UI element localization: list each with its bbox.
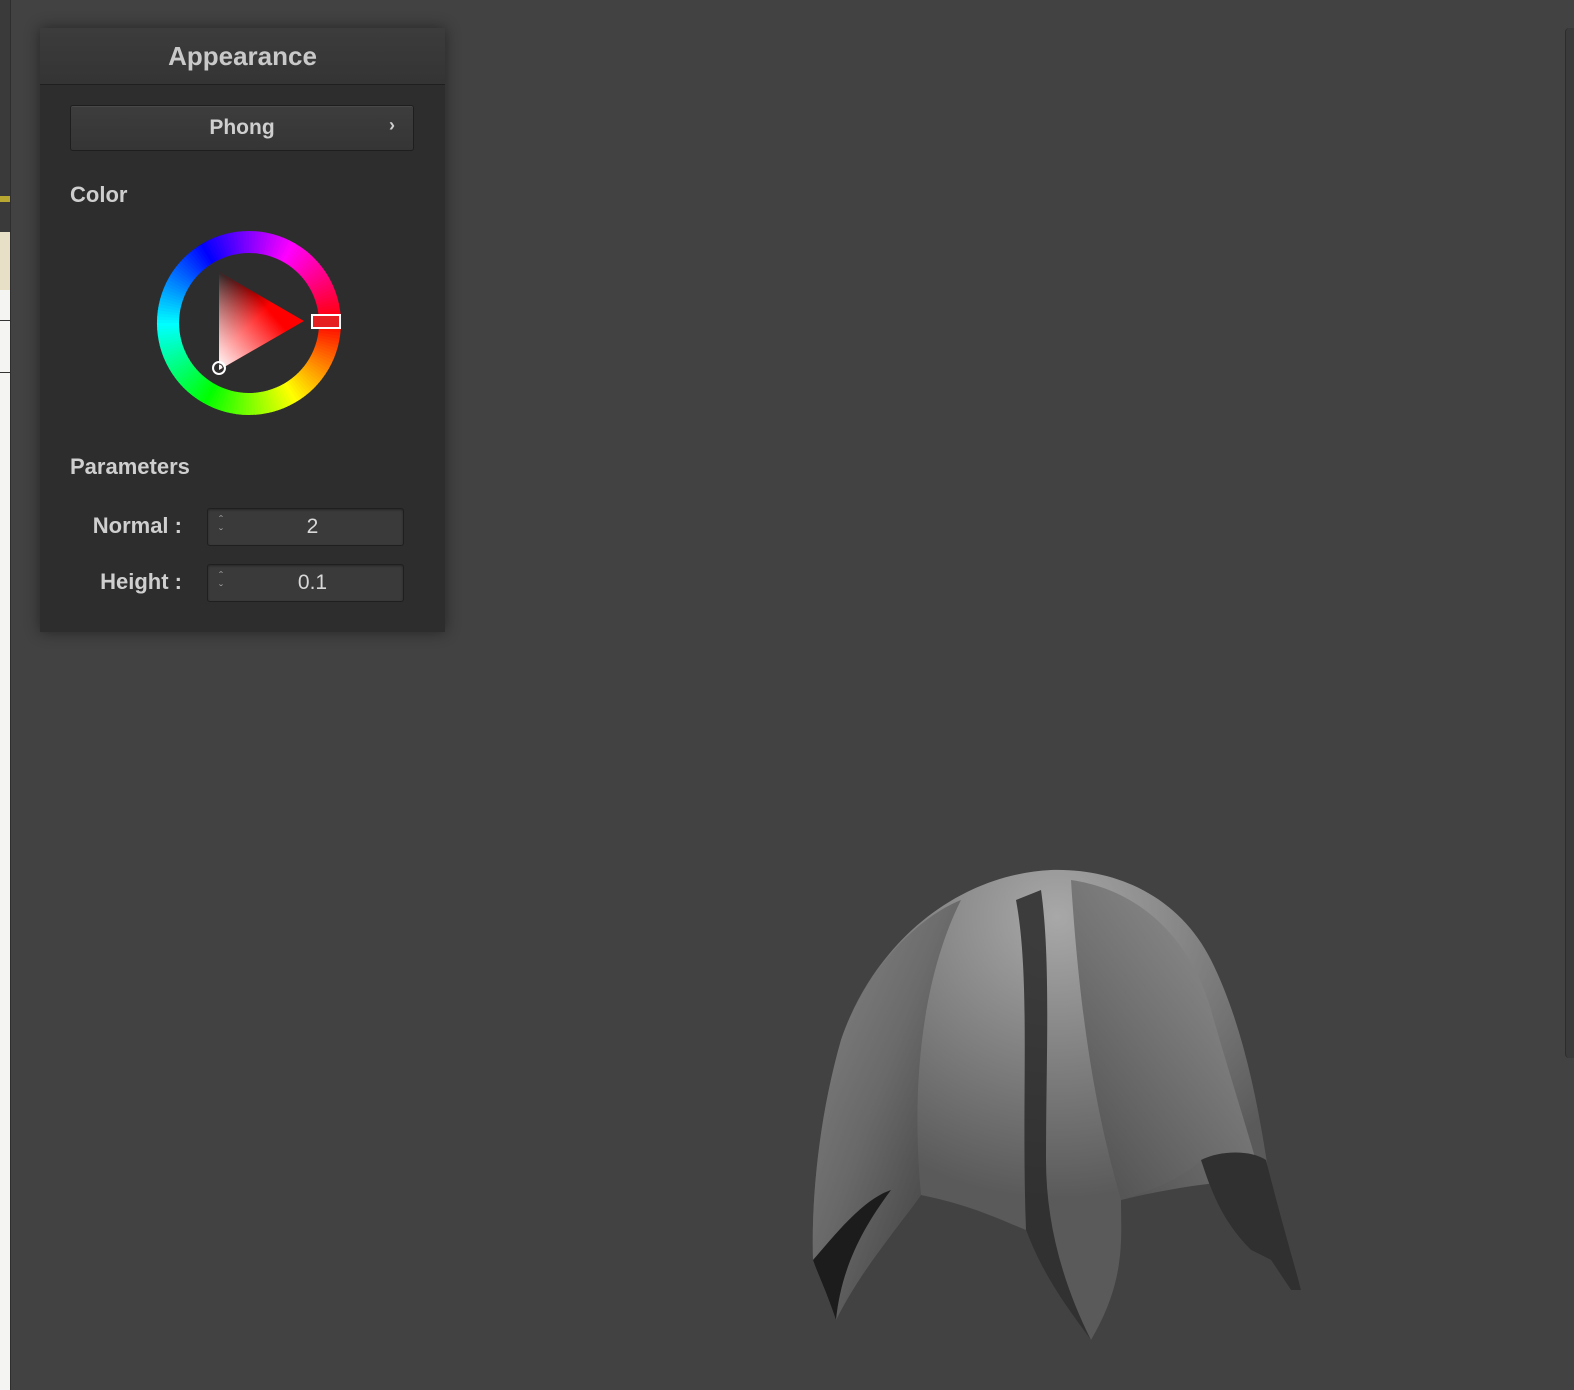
saturation-value-triangle[interactable]	[219, 272, 304, 370]
normal-value[interactable]: 2	[232, 509, 393, 545]
appearance-panel: Appearance Phong › Color Parameters Norm…	[40, 28, 445, 632]
document-rule	[0, 372, 10, 373]
color-wheel-picker[interactable]	[154, 228, 344, 418]
spin-down-icon[interactable]: ˇ	[219, 527, 223, 540]
hue-selector-handle[interactable]	[311, 314, 341, 329]
shader-button-label: Phong	[209, 116, 275, 139]
shader-select-button[interactable]: Phong ›	[70, 105, 414, 151]
color-section-label: Color	[70, 182, 128, 207]
normal-spinbox[interactable]: ˆ ˇ 2	[207, 508, 404, 546]
application-window: Appearance Phong › Color Parameters Norm…	[0, 0, 1574, 1390]
height-spinbox[interactable]: ˆ ˇ 0.1	[207, 564, 404, 602]
parameters-section-label: Parameters	[70, 454, 190, 479]
appearance-panel-title[interactable]: Appearance	[40, 28, 445, 85]
cloth-mesh[interactable]	[801, 860, 1321, 1360]
document-accent-bar	[0, 196, 10, 202]
height-value[interactable]: 0.1	[232, 565, 393, 601]
chevron-right-icon: ›	[389, 115, 395, 135]
document-header-band	[0, 232, 10, 290]
side-panel-edge	[1565, 28, 1574, 1058]
normal-label: Normal :	[92, 513, 182, 538]
spin-down-icon[interactable]: ˇ	[219, 583, 223, 596]
height-label: Height :	[100, 569, 182, 594]
background-document-window	[0, 0, 11, 1390]
document-rule	[0, 320, 10, 321]
